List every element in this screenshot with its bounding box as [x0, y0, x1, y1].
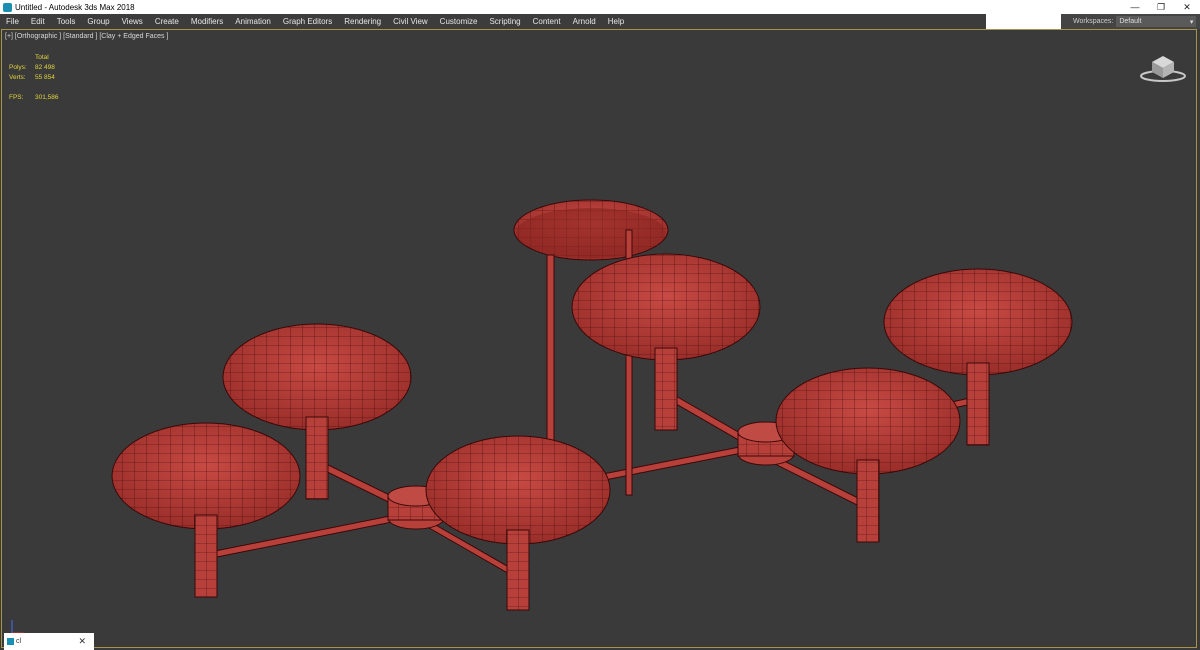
menu-help[interactable]: Help [602, 14, 630, 29]
menu-customize[interactable]: Customize [434, 14, 484, 29]
menu-rendering[interactable]: Rendering [338, 14, 387, 29]
chandelier-model[interactable] [2, 30, 1197, 648]
workspaces-switcher: Workspaces: Default ▾ [1061, 14, 1200, 29]
close-icon[interactable]: ✕ [78, 636, 86, 647]
shade-5 [775, 367, 961, 543]
menu-create[interactable]: Create [149, 14, 185, 29]
app-icon [3, 2, 12, 12]
menu-file[interactable]: File [0, 14, 25, 29]
menu-scripting[interactable]: Scripting [483, 14, 526, 29]
workspaces-label: Workspaces: [1073, 18, 1114, 25]
workspaces-dropdown[interactable]: Default ▾ [1116, 16, 1197, 27]
close-button[interactable]: ✕ [1174, 0, 1200, 14]
menu-tools[interactable]: Tools [51, 14, 82, 29]
menu-animation[interactable]: Animation [229, 14, 277, 29]
menu-graph-editors[interactable]: Graph Editors [277, 14, 338, 29]
title-bar: Untitled - Autodesk 3ds Max 2018 — ❐ ✕ [0, 0, 1200, 14]
menu-views[interactable]: Views [116, 14, 149, 29]
shade-4 [571, 253, 761, 431]
menu-arnold[interactable]: Arnold [567, 14, 602, 29]
window-title: Untitled - Autodesk 3ds Max 2018 [15, 2, 135, 12]
menu-civil-view[interactable]: Civil View [387, 14, 434, 29]
menu-content[interactable]: Content [527, 14, 567, 29]
workspaces-value: Default [1119, 18, 1142, 25]
restore-button[interactable]: ❐ [1148, 0, 1174, 14]
chevron-down-icon: ▾ [1189, 18, 1194, 26]
viewport-tab-label: cl [16, 638, 22, 645]
menu-group[interactable]: Group [81, 14, 115, 29]
shade-1 [111, 422, 301, 598]
viewport-tab-icon [7, 638, 14, 645]
viewport-tab[interactable]: cl ✕ [4, 633, 94, 650]
perspective-viewport[interactable]: [+] [Orthographic ] [Standard ] [Clay + … [1, 29, 1197, 648]
menu-edit[interactable]: Edit [25, 14, 51, 29]
menubar-spacer [986, 14, 1061, 29]
shade-3 [425, 435, 611, 611]
menu-modifiers[interactable]: Modifiers [185, 14, 229, 29]
menu-bar: File Edit Tools Group Views Create Modif… [0, 14, 986, 29]
minimize-button[interactable]: — [1122, 0, 1148, 14]
